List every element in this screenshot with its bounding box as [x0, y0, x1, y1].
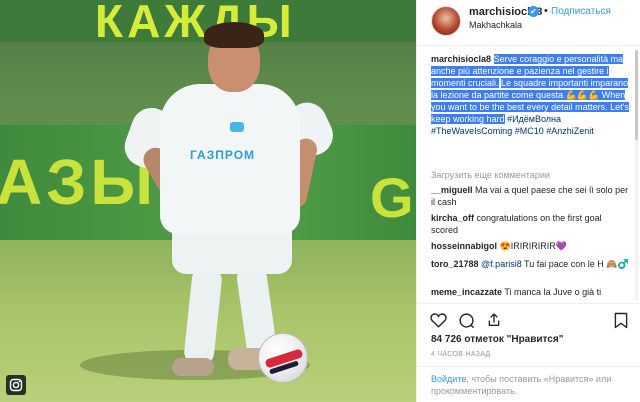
post-side-panel: marchisiocla8 ✔ • Подписаться Makhachkal…: [416, 0, 640, 402]
bookmark-icon[interactable]: [614, 312, 630, 329]
football-player: ГАЗПРОМ: [119, 18, 340, 388]
heart-icon[interactable]: [430, 312, 447, 328]
comment-text: Tu fai pace con le H 🙈♂️: [524, 259, 629, 269]
post-header: marchisiocla8 ✔ • Подписаться Makhachkal…: [417, 0, 640, 46]
comment-item: hosseinnabigol 😍IRIRIRIRIR💜: [431, 240, 631, 252]
comments-scrollbar[interactable]: [635, 50, 638, 300]
instagram-icon[interactable]: [6, 375, 26, 395]
location-link[interactable]: Makhachkala: [469, 20, 522, 30]
comment-username[interactable]: __miguell: [431, 185, 473, 195]
login-prompt-text: Войдите, чтобы поставить «Нравится» или …: [431, 373, 631, 397]
load-more-comments-button[interactable]: Загрузить еще комментарии: [431, 170, 550, 180]
comment-username[interactable]: meme_incazzate: [431, 287, 502, 297]
comment-item: kircha_off congratulations on the first …: [431, 212, 631, 236]
post-photo[interactable]: КАЖДЫ АЗЫВ G ГАЗПРОМ: [0, 0, 416, 402]
comment-text: Ti manca la Juve o già ti: [504, 287, 602, 297]
football: [258, 333, 308, 383]
board-text-right: G: [370, 166, 414, 229]
comment-text: 😍IRIRIRIRIR💜: [499, 241, 567, 251]
comment-item: toro_21788 @f.parisi8 Tu fai pace con le…: [431, 258, 631, 270]
comment-icon[interactable]: [458, 312, 474, 328]
comments-feed[interactable]: marchisiocla8 Serve coraggio e personali…: [417, 50, 640, 300]
likes-count[interactable]: 84 726 отметок "Нравится": [431, 334, 563, 345]
player-boot-left: [172, 358, 214, 376]
comment-username[interactable]: toro_21788: [431, 259, 479, 269]
share-icon[interactable]: [486, 312, 502, 328]
comment-username[interactable]: kircha_off: [431, 213, 474, 223]
separator-dot: •: [544, 5, 548, 17]
login-prompt: Войдите, чтобы поставить «Нравится» или …: [417, 366, 640, 402]
scrollbar-thumb[interactable]: [635, 50, 638, 140]
comment-item: __miguell Ma vai a quel paese che sei lì…: [431, 184, 631, 208]
player-leg-left: [182, 264, 224, 368]
post-timestamp[interactable]: 4 ЧАСОВ НАЗАД: [431, 351, 490, 358]
avatar[interactable]: [431, 6, 461, 36]
player-hair: [204, 22, 264, 48]
login-link[interactable]: Войдите: [431, 374, 466, 384]
verified-badge-icon: ✔: [528, 6, 539, 17]
comment-mention[interactable]: @f.parisi8: [481, 259, 522, 269]
follow-button[interactable]: Подписаться: [551, 6, 611, 17]
caption-username[interactable]: marchisiocla8: [431, 54, 491, 64]
post-caption: marchisiocla8 Serve coraggio e personali…: [431, 53, 635, 137]
shirt-sponsor: ГАЗПРОМ: [190, 148, 256, 162]
club-crest: [230, 122, 244, 132]
comment-item: meme_incazzate Ti manca la Juve o già ti: [431, 286, 631, 298]
post-actions-bar: [417, 303, 640, 333]
comment-username[interactable]: hosseinnabigol: [431, 241, 497, 251]
